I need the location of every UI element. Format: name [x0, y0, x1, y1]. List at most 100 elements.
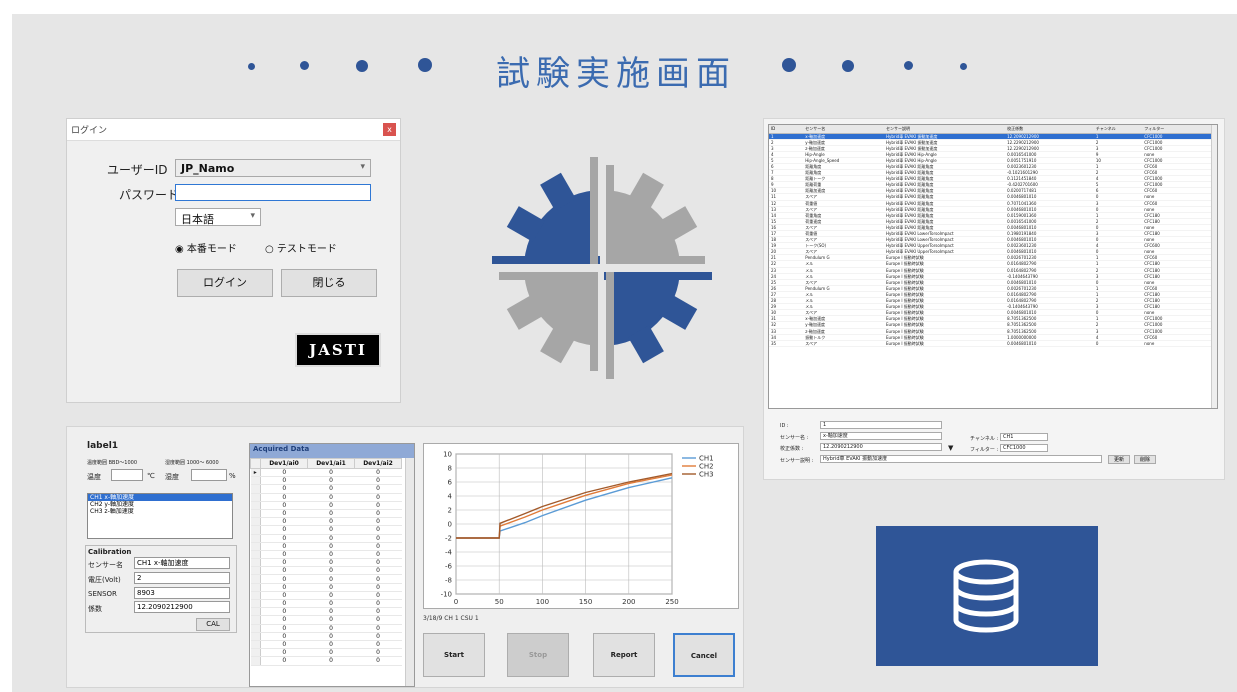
row-header[interactable]: [250, 501, 261, 510]
cal-voltage-field[interactable]: 2: [134, 572, 230, 584]
row-header[interactable]: [250, 599, 261, 609]
cal-coef-field[interactable]: 12.2090212900: [134, 601, 230, 613]
sensor-coef-field[interactable]: 12.2090212900: [820, 443, 942, 451]
sensor-column-header[interactable]: ID: [769, 125, 804, 134]
row-header[interactable]: [250, 517, 261, 527]
row-header[interactable]: [250, 493, 261, 502]
table-row[interactable]: 000: [250, 509, 402, 519]
table-row[interactable]: 000: [250, 550, 402, 560]
acquired-column-header[interactable]: Dev1/ai0: [260, 458, 308, 469]
table-row[interactable]: ▸ 0 0 0: [250, 468, 402, 478]
acquired-data-body: ▸ 0 0 0 0 0 0 0 0 0 0 0 0 0 0 0 0 0 0 0 0 0 0 0 0 0 0 0 0 0 0 0 0 0 0 0 0 0 0 0…: [250, 468, 402, 666]
row-header[interactable]: [250, 624, 261, 633]
table-row[interactable]: 000: [250, 583, 402, 592]
table-row[interactable]: 000: [250, 566, 402, 576]
legend-label: CH1: [699, 455, 714, 463]
acquired-column-header[interactable]: Dev1/ai2: [354, 458, 402, 469]
row-header[interactable]: [250, 566, 261, 576]
cal-sensor-field[interactable]: CH1 x-軸加速度: [134, 557, 230, 569]
row-header[interactable]: [250, 484, 261, 494]
close-button[interactable]: 閉じる: [281, 269, 377, 297]
temp-unit: ℃: [147, 472, 155, 480]
sensor-column-header[interactable]: フィルター: [1142, 125, 1217, 134]
sensor-id-field[interactable]: 1: [820, 421, 942, 429]
table-row[interactable]: 000: [250, 493, 402, 502]
list-item[interactable]: CH1 x-軸加速度: [88, 494, 232, 501]
stop-button[interactable]: Stop: [507, 633, 569, 677]
userid-combo[interactable]: JP_Namo ▾: [175, 159, 371, 177]
row-header[interactable]: [250, 574, 261, 584]
row-header[interactable]: [250, 632, 261, 641]
table-row[interactable]: 000: [250, 656, 402, 666]
table-row[interactable]: 000: [250, 574, 402, 584]
list-item[interactable]: CH2 y-軸加速度: [88, 501, 232, 508]
table-row[interactable]: 000: [250, 632, 402, 641]
row-header[interactable]: [250, 509, 261, 519]
acquired-data-scrollbar[interactable]: [405, 458, 414, 686]
coef-dropdown-icon[interactable]: ▼: [948, 444, 953, 452]
row-header[interactable]: [250, 550, 261, 560]
language-select[interactable]: 日本語 ▾: [175, 208, 261, 226]
table-row[interactable]: 000: [250, 591, 402, 601]
table-row[interactable]: 000: [250, 542, 402, 551]
table-row[interactable]: 000: [250, 517, 402, 527]
sensor-desc-field[interactable]: Hybrid車 EVAKI 振動加速度: [820, 455, 1102, 463]
channel-select[interactable]: CH1: [1000, 433, 1048, 441]
cal-voltage-label: 電圧(Volt): [88, 576, 121, 584]
sensor-grid-scrollbar[interactable]: [1211, 125, 1217, 408]
table-row[interactable]: 000: [250, 501, 402, 510]
table-row[interactable]: 000: [250, 558, 402, 568]
table-row[interactable]: 000: [250, 624, 402, 633]
humidity-field[interactable]: [191, 469, 227, 481]
row-header[interactable]: [250, 648, 261, 658]
cancel-button[interactable]: Cancel: [673, 633, 735, 677]
table-row[interactable]: 35 スペア Europe I 振動時試験 0.0046801010 0 none: [769, 340, 1217, 347]
table-row[interactable]: 000: [250, 615, 402, 625]
report-button[interactable]: Report: [593, 633, 655, 677]
table-cell: Europe I 振動時試験: [884, 340, 1006, 347]
row-header[interactable]: ▸: [250, 468, 261, 478]
sensor-column-header[interactable]: センサー説明: [884, 125, 1006, 134]
table-row[interactable]: 000: [250, 607, 402, 617]
table-row[interactable]: 000: [250, 599, 402, 609]
sensor-column-header[interactable]: 校正係数: [1005, 125, 1094, 134]
sensor-column-header[interactable]: センサー名: [803, 125, 885, 134]
acquired-column-header[interactable]: Dev1/ai1: [307, 458, 355, 469]
login-titlebar: ログイン x: [67, 119, 400, 141]
filter-select[interactable]: CFC1000: [1000, 444, 1048, 452]
table-cell: 0: [307, 525, 355, 535]
row-header[interactable]: [250, 558, 261, 568]
row-header[interactable]: [250, 476, 261, 486]
radio-production-mode[interactable]: ◉ 本番モード: [175, 240, 237, 255]
row-header[interactable]: [250, 640, 261, 650]
table-row[interactable]: 000: [250, 640, 402, 650]
row-header[interactable]: [250, 615, 261, 625]
table-row[interactable]: 000: [250, 525, 402, 535]
row-header[interactable]: [250, 525, 261, 535]
cal-coef-label: 係数: [88, 605, 102, 613]
password-field[interactable]: [175, 184, 371, 201]
channel-list[interactable]: CH1 x-軸加速度 CH2 y-軸加速度 CH3 z-軸加速度: [87, 493, 233, 539]
close-icon[interactable]: x: [383, 123, 396, 136]
table-row[interactable]: 000: [250, 484, 402, 494]
cal-button[interactable]: CAL: [196, 618, 230, 631]
table-row[interactable]: 000: [250, 534, 402, 543]
update-button[interactable]: 更新: [1108, 455, 1130, 464]
row-header[interactable]: [250, 656, 261, 666]
start-button[interactable]: Start: [423, 633, 485, 677]
row-header[interactable]: [250, 583, 261, 592]
cal-sensor-id-field[interactable]: 8903: [134, 587, 230, 599]
row-header[interactable]: [250, 542, 261, 551]
row-header[interactable]: [250, 534, 261, 543]
sensor-column-header[interactable]: チャンネル: [1093, 125, 1143, 134]
delete-button[interactable]: 削除: [1134, 455, 1156, 464]
row-header[interactable]: [250, 607, 261, 617]
sensor-name-field[interactable]: x-軸加速度: [820, 432, 942, 440]
list-item[interactable]: CH3 z-軸加速度: [88, 508, 232, 515]
row-header[interactable]: [250, 591, 261, 601]
login-button[interactable]: ログイン: [177, 269, 273, 297]
table-row[interactable]: 000: [250, 648, 402, 658]
temp-field[interactable]: [111, 469, 143, 481]
radio-test-mode[interactable]: ○ テストモード: [265, 240, 337, 255]
table-row[interactable]: 000: [250, 476, 402, 486]
